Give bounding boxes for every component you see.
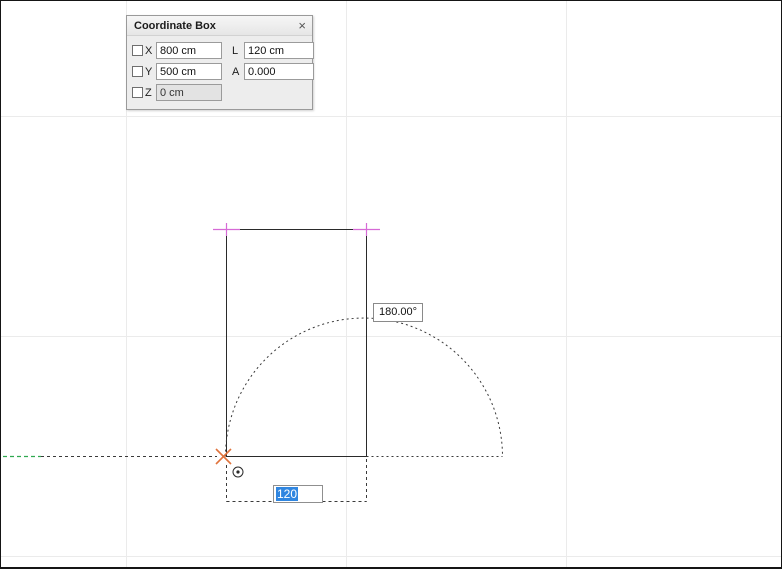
- drawn-rectangle: [227, 230, 367, 457]
- a-label: A: [232, 66, 244, 78]
- length-input[interactable]: [244, 42, 314, 59]
- x-input[interactable]: [156, 42, 222, 59]
- palette-title: Coordinate Box: [134, 20, 216, 32]
- angle-readout: 180.00°: [373, 303, 423, 322]
- coordinate-row-x: X L: [132, 40, 307, 61]
- angle-input[interactable]: [244, 63, 314, 80]
- palette-body: X L Y A Z: [127, 36, 312, 109]
- angle-arc: [226, 318, 503, 456]
- origin-dot-icon: [233, 467, 243, 477]
- length-tracker-input[interactable]: 120: [273, 485, 323, 503]
- coordinate-row-z: Z: [132, 82, 307, 103]
- app-window: 180.00° 120 Coordinate Box × X L Y A: [0, 0, 782, 569]
- length-input-value: 120: [276, 487, 298, 501]
- palette-titlebar[interactable]: Coordinate Box ×: [127, 16, 312, 36]
- x-lock-checkbox[interactable]: [132, 45, 143, 56]
- l-label: L: [232, 45, 244, 57]
- y-label: Y: [145, 66, 156, 78]
- z-label: Z: [145, 87, 156, 99]
- y-lock-checkbox[interactable]: [132, 66, 143, 77]
- z-input[interactable]: [156, 84, 222, 101]
- y-input[interactable]: [156, 63, 222, 80]
- coordinate-box-palette: Coordinate Box × X L Y A Z: [126, 15, 313, 110]
- grid-lines: [1, 1, 782, 569]
- x-label: X: [145, 45, 156, 57]
- coordinate-row-y: Y A: [132, 61, 307, 82]
- z-lock-checkbox[interactable]: [132, 87, 143, 98]
- close-icon[interactable]: ×: [298, 19, 306, 32]
- drawing-canvas[interactable]: [1, 1, 782, 569]
